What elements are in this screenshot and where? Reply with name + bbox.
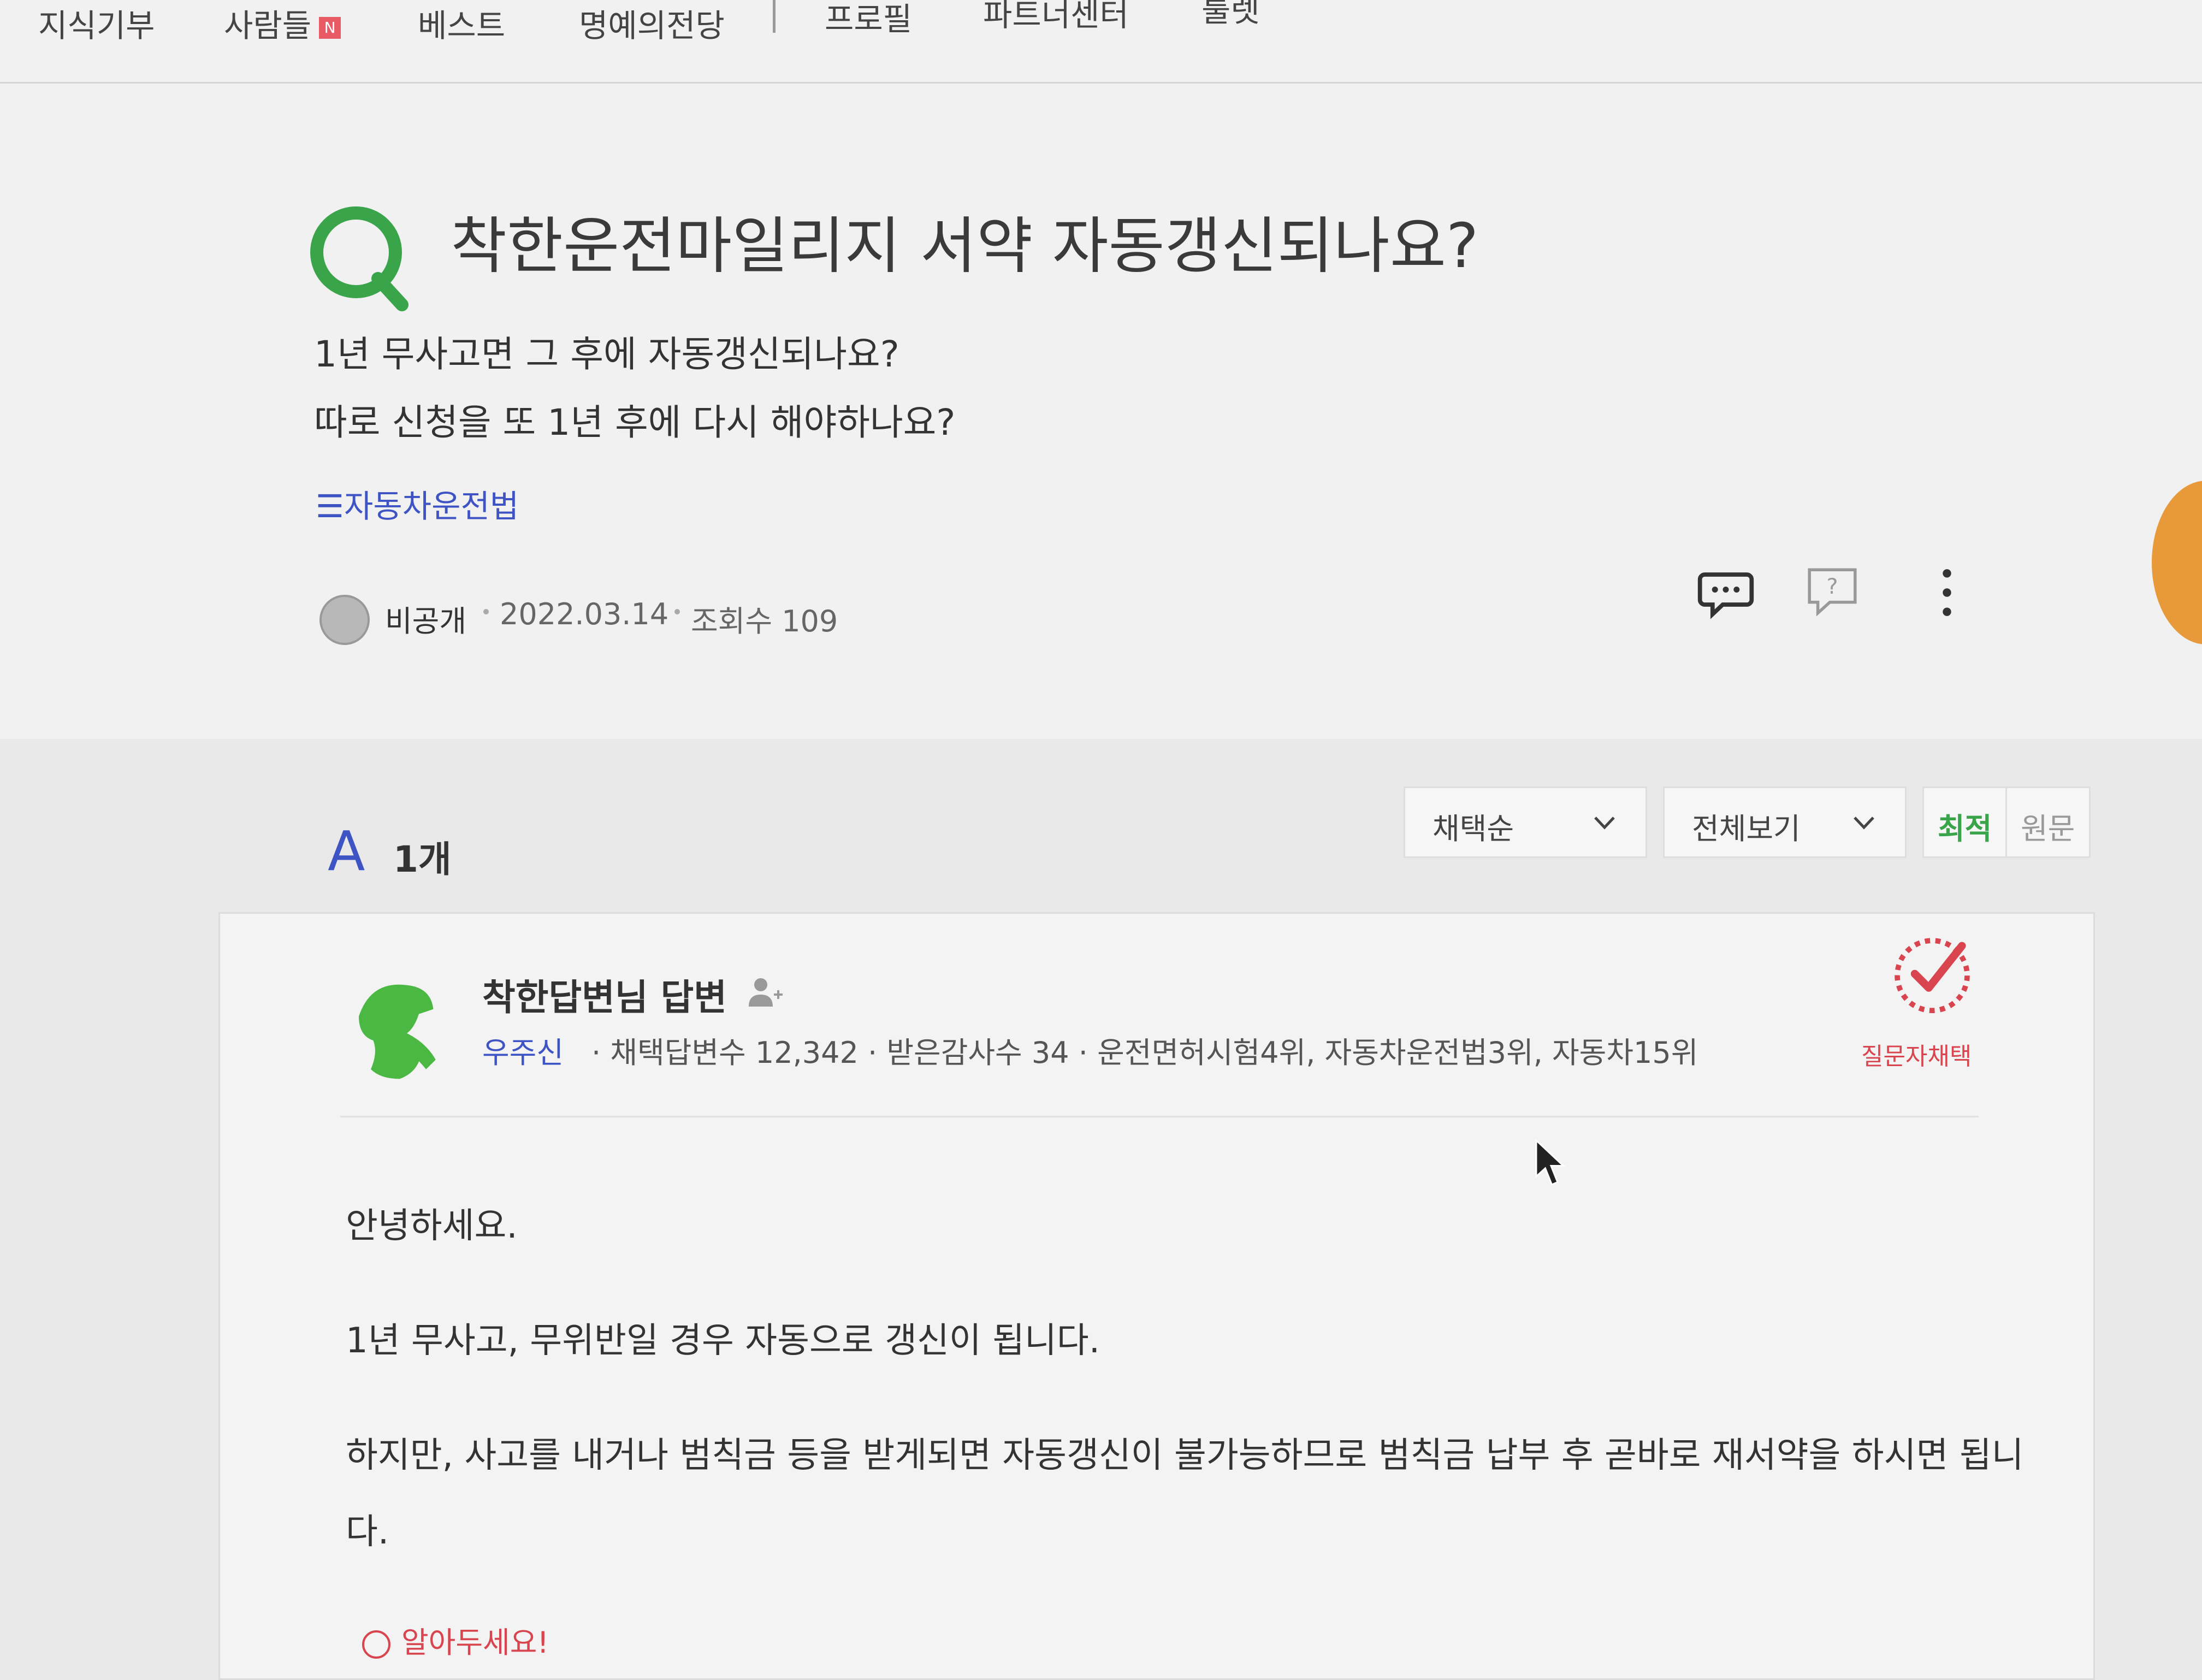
question-tag-label[interactable]: 자동차운전법 [344, 488, 519, 525]
nav-item-best[interactable]: 베스트 [418, 0, 505, 46]
question-body-line: 1년 무사고면 그 후에 자동갱신되나요? [314, 333, 899, 375]
question-q-icon [310, 206, 409, 311]
answer-count: 1개 [393, 838, 452, 880]
comment-icon[interactable] [1696, 563, 1756, 623]
new-badge: N [319, 16, 341, 39]
question-body-line: 따로 신청을 또 1년 후에 다시 해야하나요? [314, 401, 956, 443]
nav-item-people-label[interactable]: 사람들 [224, 7, 311, 44]
nav-item-toolet[interactable]: 툴렛 [1201, 0, 1260, 31]
info-icon [362, 1630, 390, 1659]
more-options-icon[interactable] [1931, 563, 1963, 623]
chevron-down-icon [1854, 817, 1874, 830]
view-select[interactable]: 전체보기 [1663, 786, 1907, 858]
svg-text:?: ? [1826, 574, 1838, 599]
accepted-badge: 질문자채택 [1858, 930, 2000, 1083]
sort-select[interactable]: 채택순 [1404, 786, 1647, 858]
answer-text: 안녕하세요. [346, 1206, 518, 1246]
question-report-icon[interactable]: ? [1802, 563, 1862, 623]
answerer-grade[interactable]: 우주신 [482, 1028, 564, 1072]
nav-separator [773, 0, 776, 33]
notice-heading: 알아두세요! [362, 1618, 549, 1661]
answer-text: 하지만, 사고를 내거나 범칙금 등을 받게되면 자동갱신이 불가능하므로 범칙… [346, 1435, 2024, 1476]
top-navigation: 지식기부 사람들 N 베스트 명예의전당 프로필 파트너센터 툴렛 [0, 0, 2202, 84]
sort-select-value: 채택순 [1433, 812, 1514, 846]
nav-item-profile[interactable]: 프로필 [825, 0, 912, 39]
best-view-button[interactable]: 최적 [1922, 786, 2008, 858]
view-select-value: 전체보기 [1692, 812, 1801, 846]
question-views: 조회수 109 [691, 604, 838, 638]
nav-item-people[interactable]: 사람들 N [224, 0, 341, 46]
answer-a-icon: A [328, 819, 365, 883]
answer-card: 착한답변님 답변 우주신 · 채택답변수 12,342 · 받은감사수 34 ·… [218, 912, 2095, 1680]
nav-item-hall-of-fame[interactable]: 명예의전당 [579, 0, 725, 46]
question-author: 비공개 [385, 604, 467, 638]
chevron-down-icon [1594, 817, 1615, 830]
nav-item-partner-center[interactable]: 파트너센터 [983, 0, 1129, 35]
nav-item-donation[interactable]: 지식기부 [38, 0, 155, 46]
card-divider [340, 1116, 1979, 1117]
mouse-cursor-icon [1535, 1139, 1566, 1186]
tag-list-icon: ☰ [316, 488, 344, 525]
add-friend-icon[interactable] [744, 974, 788, 1012]
answer-text: 1년 무사고, 무위반일 경우 자동으로 갱신이 됩니다. [346, 1321, 1100, 1361]
answerer-name[interactable]: 착한답변님 답변 [482, 968, 727, 1021]
question-tag[interactable]: ☰자동차운전법 [316, 481, 519, 527]
accepted-label: 질문자채택 [1861, 1043, 1972, 1070]
answerer-avatar [337, 971, 453, 1086]
best-view-label: 최적 [1938, 812, 1992, 846]
accepted-check-icon [1895, 938, 1970, 1013]
original-view-label: 원문 [2021, 812, 2075, 846]
meta-dot [674, 609, 680, 614]
answerer-stats: · 채택답변수 12,342 · 받은감사수 34 · 운전면허시험4위, 자동… [591, 1036, 1698, 1070]
answer-text: 다. [346, 1512, 389, 1552]
meta-dot [483, 609, 489, 614]
answers-header: A 1개 채택순 전체보기 최적 원문 [0, 754, 2202, 890]
question-date: 2022.03.14 [500, 597, 669, 631]
original-view-button[interactable]: 원문 [2005, 786, 2091, 858]
anonymous-avatar [319, 595, 370, 645]
notice-label: 알아두세요! [401, 1625, 549, 1660]
question-title: 착한운전마일리지 서약 자동갱신되나요? [451, 211, 1479, 282]
